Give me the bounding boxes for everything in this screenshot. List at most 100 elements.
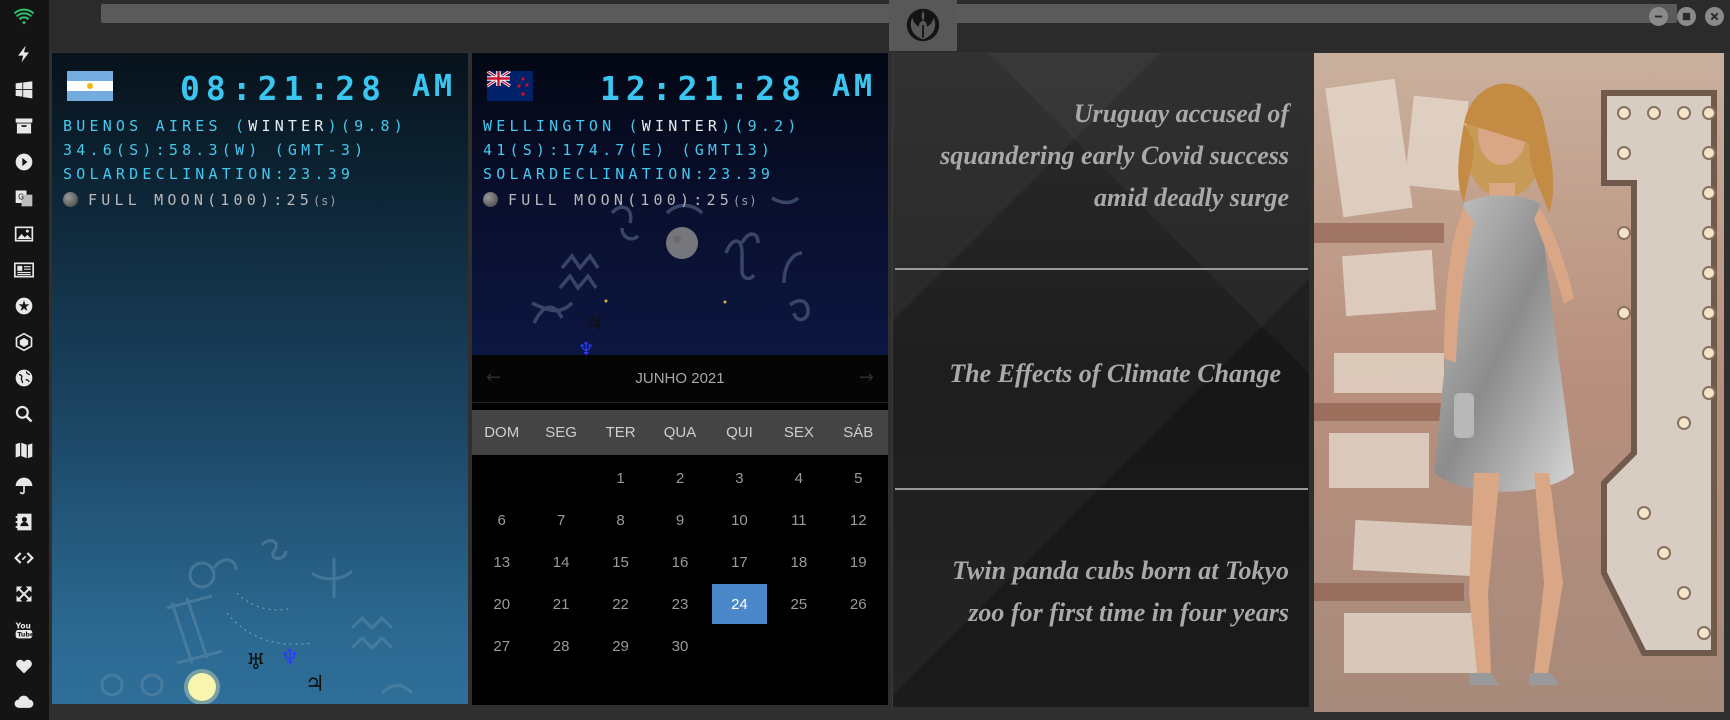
coordinates-line: 41(S):174.7(E) (GMT13) bbox=[483, 141, 775, 159]
featured-photo-image bbox=[1314, 53, 1724, 712]
calendar-day[interactable]: 4 bbox=[769, 457, 828, 499]
featured-photo[interactable] bbox=[1314, 53, 1724, 712]
weekday-label: QUA bbox=[663, 424, 697, 441]
calendar-day[interactable]: 28 bbox=[531, 625, 590, 667]
calendar-day[interactable]: 16 bbox=[650, 541, 709, 583]
moon-phase-suffix: (s) bbox=[312, 194, 338, 208]
translate-icon[interactable]: G bbox=[10, 184, 38, 212]
app-sidebar: G You Tube bbox=[0, 0, 49, 720]
headline-line: The Effects of Climate Change bbox=[949, 359, 1281, 388]
calendar-day[interactable]: 5 bbox=[829, 457, 888, 499]
calendar-day[interactable]: 6 bbox=[472, 499, 531, 541]
city-name: BUENOS AIRES ( bbox=[63, 117, 249, 135]
calendar-day[interactable]: 20 bbox=[472, 583, 531, 625]
play-icon[interactable] bbox=[10, 148, 38, 176]
calendar-day-grid: 1 2 3 4 5 6 7 8 9 10 11 12 13 14 15 16 17 18 19 20 21 22 23 24 2… bbox=[472, 457, 888, 667]
calendar-day[interactable]: 27 bbox=[472, 625, 531, 667]
calendar-day[interactable]: 7 bbox=[531, 499, 590, 541]
calendar-day[interactable]: 29 bbox=[591, 625, 650, 667]
weekday-label: SEX bbox=[783, 424, 814, 441]
expand-icon[interactable] bbox=[10, 580, 38, 608]
headline-2[interactable]: The Effects of Climate Change bbox=[949, 353, 1281, 395]
moon-phase-suffix: (s) bbox=[732, 194, 758, 208]
calendar-day[interactable]: 13 bbox=[472, 541, 531, 583]
headline-line: Uruguay accused of bbox=[1073, 99, 1289, 128]
clock-ampm: AM bbox=[832, 69, 877, 104]
calendar-day[interactable]: 1 bbox=[591, 457, 650, 499]
headline-line: zoo for first time in four years bbox=[968, 598, 1289, 627]
calendar-day[interactable]: 18 bbox=[769, 541, 828, 583]
minimize-icon bbox=[1654, 15, 1663, 18]
close-button[interactable] bbox=[1705, 7, 1724, 26]
calendar-widget: ← JUNHO 2021 → DOM SEG TER QUA QUI SEX SÁB 123… bbox=[472, 355, 888, 705]
calendar-blank-cell bbox=[472, 457, 531, 499]
headline-3[interactable]: Twin panda cubs born at Tokyo zoo for fi… bbox=[952, 550, 1289, 634]
calendar-day[interactable]: 14 bbox=[531, 541, 590, 583]
hexagon-icon[interactable] bbox=[10, 328, 38, 356]
calendar-day[interactable]: 23 bbox=[650, 583, 709, 625]
minimize-button[interactable] bbox=[1649, 7, 1668, 26]
calendar-day[interactable]: 17 bbox=[710, 541, 769, 583]
top-bar bbox=[49, 0, 1730, 52]
map-icon[interactable] bbox=[10, 436, 38, 464]
calendar-month-title: JUNHO 2021 bbox=[635, 370, 725, 387]
moon-icon bbox=[63, 192, 78, 207]
news-panel: Uruguay accused of squandering early Cov… bbox=[892, 53, 1309, 707]
cloud-icon[interactable] bbox=[10, 688, 38, 716]
rebel-logo-tab[interactable] bbox=[889, 0, 957, 51]
maximize-icon bbox=[1682, 12, 1691, 21]
city-season-line: WELLINGTON (WINTER)(9.2) bbox=[483, 117, 801, 135]
search-icon[interactable] bbox=[10, 400, 38, 428]
image-icon[interactable] bbox=[10, 220, 38, 248]
archive-icon[interactable] bbox=[10, 112, 38, 140]
clock-panel-buenos-aires: ♅ ♆ ♃ 08:21:28 AM BUENOS AIRES (WINTER)(… bbox=[52, 53, 468, 704]
calendar-day[interactable]: 3 bbox=[710, 457, 769, 499]
bolt-icon[interactable] bbox=[10, 40, 38, 68]
close-icon bbox=[1710, 12, 1719, 21]
calendar-day[interactable]: 15 bbox=[591, 541, 650, 583]
rebel-icon[interactable] bbox=[10, 292, 38, 320]
jupiter-symbol: ♃ bbox=[305, 672, 325, 697]
umbrella-icon[interactable] bbox=[10, 472, 38, 500]
solar-declination-line: SOLARDECLINATION:23.39 bbox=[483, 165, 775, 183]
calendar-day[interactable]: 10 bbox=[710, 499, 769, 541]
heart-icon[interactable] bbox=[10, 652, 38, 680]
svg-text:G: G bbox=[18, 193, 24, 202]
argentina-flag-icon bbox=[67, 71, 113, 101]
calendar-day[interactable]: 12 bbox=[829, 499, 888, 541]
headline-1[interactable]: Uruguay accused of squandering early Cov… bbox=[940, 93, 1289, 219]
calendar-day[interactable]: 2 bbox=[650, 457, 709, 499]
headline-line: amid deadly surge bbox=[1094, 183, 1289, 212]
newspaper-icon[interactable] bbox=[10, 256, 38, 284]
headline-divider bbox=[895, 488, 1308, 490]
calendar-day[interactable]: 11 bbox=[769, 499, 828, 541]
calendar-day[interactable]: 26 bbox=[829, 583, 888, 625]
calendar-day[interactable]: 25 bbox=[769, 583, 828, 625]
calendar-next-button[interactable]: → bbox=[859, 367, 874, 388]
contacts-icon[interactable] bbox=[10, 508, 38, 536]
clock-panel-wellington: ♃ ♆ 12:21:28 AM WELLINGTON (WINTER)(9.2)… bbox=[472, 53, 888, 355]
windows-icon[interactable] bbox=[10, 76, 38, 104]
code-icon[interactable] bbox=[10, 544, 38, 572]
globe-icon[interactable] bbox=[10, 364, 38, 392]
moon-icon bbox=[483, 192, 498, 207]
calendar-day[interactable]: 21 bbox=[531, 583, 590, 625]
moon-phase-line: FULL MOON(100):25(s) bbox=[483, 191, 758, 209]
calendar-day[interactable]: 9 bbox=[650, 499, 709, 541]
calendar-day-selected[interactable]: 24 bbox=[711, 584, 768, 624]
maximize-button[interactable] bbox=[1677, 7, 1696, 26]
calendar-day[interactable]: 19 bbox=[829, 541, 888, 583]
calendar-day[interactable]: 30 bbox=[650, 625, 709, 667]
neptune-symbol: ♆ bbox=[578, 339, 594, 355]
youtube-icon[interactable]: You Tube bbox=[10, 616, 38, 644]
moon-phase-line: FULL MOON(100):25(s) bbox=[63, 191, 338, 209]
solar-declination-line: SOLARDECLINATION:23.39 bbox=[63, 165, 355, 183]
wifi-icon[interactable] bbox=[10, 4, 38, 32]
clock-ampm: AM bbox=[412, 69, 457, 104]
calendar-day[interactable]: 8 bbox=[591, 499, 650, 541]
weekday-label: QUI bbox=[726, 424, 753, 441]
svg-text:You: You bbox=[15, 621, 31, 630]
uranus-symbol: ♅ bbox=[246, 650, 266, 675]
weekday-label: DOM bbox=[484, 424, 520, 441]
calendar-day[interactable]: 22 bbox=[591, 583, 650, 625]
